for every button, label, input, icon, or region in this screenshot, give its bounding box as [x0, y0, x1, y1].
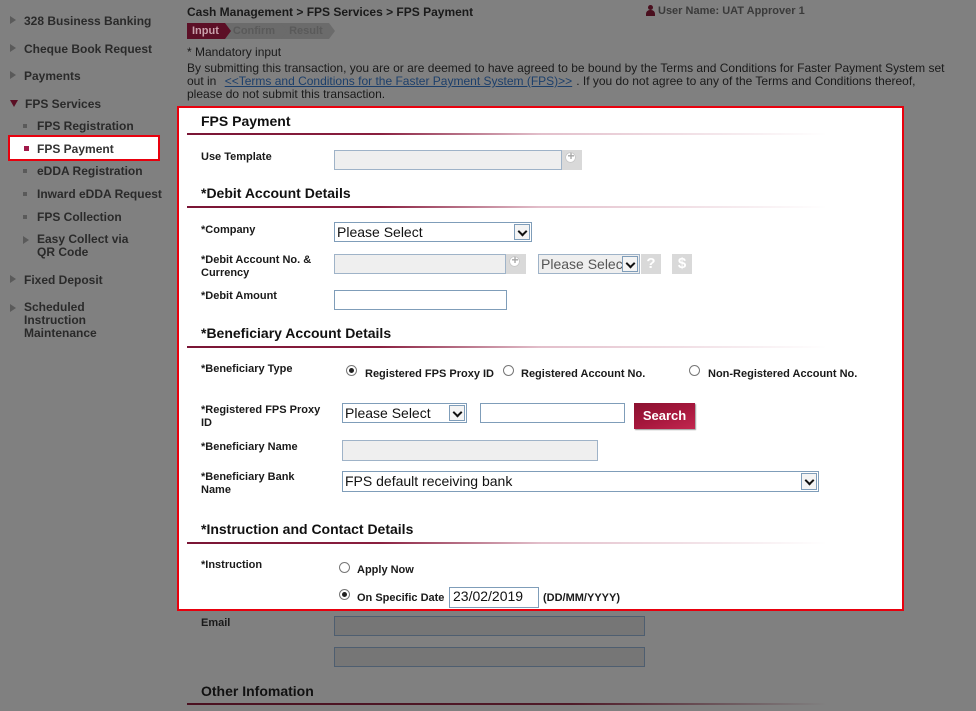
- search-button[interactable]: Search: [634, 403, 695, 429]
- sidebar-item-328-business-banking[interactable]: 328 Business Banking: [10, 15, 151, 28]
- debit-amount-input[interactable]: [334, 290, 507, 310]
- step-result: Result: [281, 23, 335, 39]
- radio-label-non-registered-account: Non-Registered Account No.: [708, 368, 858, 380]
- chevron-down-icon: [10, 100, 18, 107]
- instruction-section-title: *Instruction and Contact Details: [201, 521, 414, 537]
- radio-registered-fps-proxy[interactable]: [346, 365, 357, 376]
- chevron-down-icon: [801, 473, 817, 490]
- debit-section-title: *Debit Account Details: [201, 185, 351, 201]
- fps-payment-form: FPS Payment Use Template *Debit Account …: [177, 106, 904, 611]
- user-icon: [646, 5, 655, 16]
- beneficiary-bank-select[interactable]: FPS default receiving bank: [342, 471, 819, 492]
- proxy-id-input[interactable]: [480, 403, 625, 423]
- sidebar-item-scheduled-instruction[interactable]: Scheduled Instruction Maintenance: [10, 301, 160, 340]
- beneficiary-name-input[interactable]: [342, 440, 598, 461]
- sidebar-item-fixed-deposit[interactable]: Fixed Deposit: [10, 274, 103, 287]
- radio-label-proxy: Registered FPS Proxy ID: [365, 368, 494, 380]
- beneficiary-name-label: *Beneficiary Name: [201, 441, 298, 453]
- chevron-right-icon: [10, 275, 16, 283]
- breadcrumb: Cash Management > FPS Services > FPS Pay…: [187, 5, 474, 19]
- proxy-id-type-select[interactable]: Please Select: [342, 403, 467, 423]
- sidebar-item-edda-registration[interactable]: eDDA Registration: [23, 165, 143, 178]
- bullet-icon: [23, 169, 27, 173]
- sidebar-item-fps-registration[interactable]: FPS Registration: [23, 120, 134, 133]
- other-info-title: Other Infomation: [201, 683, 314, 699]
- radio-label-apply-now: Apply Now: [357, 564, 414, 576]
- sidebar-item-fps-payment[interactable]: FPS Payment: [8, 135, 160, 161]
- debit-amount-label: *Debit Amount: [201, 290, 277, 302]
- chevron-right-icon: [10, 304, 16, 312]
- terms-link[interactable]: <<Terms and Conditions for the Faster Pa…: [225, 74, 572, 88]
- user-info: User Name: UAT Approver 1: [646, 5, 805, 17]
- bullet-icon: [24, 146, 29, 151]
- company-label: *Company: [201, 224, 256, 236]
- sidebar-item-cheque-book-request[interactable]: Cheque Book Request: [10, 43, 152, 56]
- email-label: Email: [201, 617, 231, 629]
- bullet-icon: [23, 192, 27, 196]
- chevron-right-icon: [10, 44, 16, 52]
- help-icon[interactable]: ?: [641, 254, 661, 274]
- date-format-hint: (DD/MM/YYYY): [543, 592, 620, 604]
- radio-label-specific-date: On Specific Date: [357, 592, 445, 604]
- section-divider: [187, 133, 827, 135]
- company-select[interactable]: Please Select: [334, 222, 532, 242]
- use-template-label: Use Template: [201, 151, 272, 163]
- section-divider: [187, 703, 827, 705]
- chevron-right-icon: [10, 71, 16, 79]
- step-input: Input: [187, 23, 231, 39]
- sidebar-item-fps-collection[interactable]: FPS Collection: [23, 211, 122, 224]
- sidebar-item-inward-edda-request[interactable]: Inward eDDA Request: [23, 188, 162, 201]
- radio-label-registered-account: Registered Account No.: [521, 368, 646, 380]
- radio-non-registered-account[interactable]: [689, 365, 700, 376]
- section-divider: [187, 542, 827, 544]
- sidebar-item-payments[interactable]: Payments: [10, 70, 81, 83]
- radio-apply-now[interactable]: [339, 562, 350, 573]
- bullet-icon: [23, 124, 27, 128]
- section-divider: [187, 206, 827, 208]
- email-input-2[interactable]: [334, 647, 645, 667]
- chevron-down-icon: [449, 405, 465, 421]
- template-lookup-icon[interactable]: [562, 146, 582, 170]
- debit-account-label: *Debit Account No. & Currency: [201, 254, 312, 279]
- radio-on-specific-date[interactable]: [339, 589, 350, 600]
- sidebar-item-easy-collect-qr[interactable]: Easy Collect via QR Code: [23, 233, 153, 259]
- currency-select[interactable]: Please Select: [538, 254, 640, 274]
- user-name: User Name: UAT Approver 1: [658, 5, 805, 17]
- radio-registered-account[interactable]: [503, 365, 514, 376]
- progress-steps: Input Confirm Result: [187, 23, 335, 39]
- mandatory-note: * Mandatory input: [187, 45, 282, 59]
- sidebar-item-fps-services[interactable]: FPS Services: [10, 98, 101, 111]
- date-input[interactable]: 23/02/2019: [449, 587, 539, 608]
- beneficiary-section-title: *Beneficiary Account Details: [201, 325, 392, 341]
- proxy-id-label: *Registered FPS Proxy ID: [201, 404, 321, 429]
- chevron-down-icon: [622, 256, 638, 272]
- instruction-label: *Instruction: [201, 559, 263, 571]
- bullet-icon: [23, 215, 27, 219]
- chevron-right-icon: [10, 16, 16, 24]
- disclaimer: By submitting this transaction, you are …: [187, 61, 945, 101]
- form-title: FPS Payment: [201, 113, 291, 129]
- section-divider: [187, 346, 827, 348]
- dollar-icon[interactable]: $: [672, 254, 692, 274]
- account-lookup-icon[interactable]: [506, 250, 526, 274]
- chevron-right-icon: [23, 236, 29, 244]
- use-template-input[interactable]: [334, 150, 562, 170]
- chevron-down-icon: [514, 224, 530, 240]
- email-input-1[interactable]: [334, 616, 645, 636]
- debit-account-input[interactable]: [334, 254, 506, 274]
- beneficiary-bank-label: *Beneficiary Bank Name: [201, 471, 295, 496]
- step-confirm: Confirm: [224, 23, 288, 39]
- beneficiary-type-label: *Beneficiary Type: [201, 363, 293, 375]
